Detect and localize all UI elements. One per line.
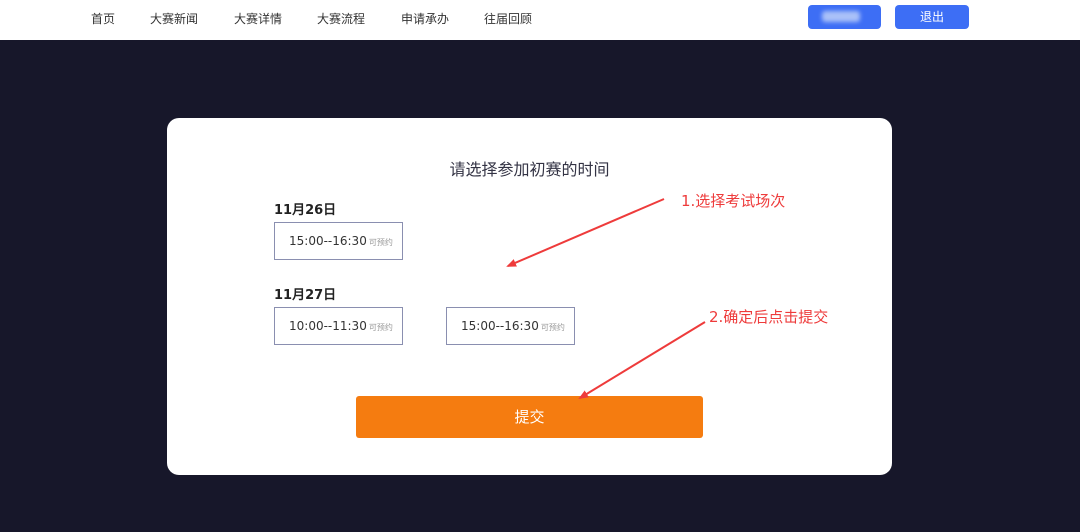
- arrow-step-2: [578, 321, 706, 400]
- annotation-arrows: [506, 198, 706, 400]
- arrow-step-1: [506, 198, 665, 267]
